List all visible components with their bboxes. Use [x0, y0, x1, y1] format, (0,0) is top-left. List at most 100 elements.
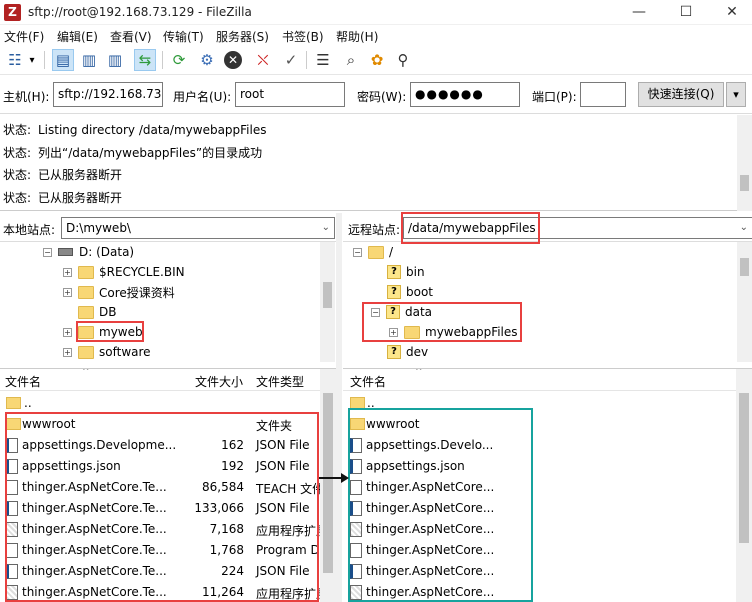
remote-list-scrollbar[interactable]: [736, 369, 752, 602]
menu-file[interactable]: 文件(F): [4, 28, 44, 45]
local-list-scrollbar[interactable]: [320, 369, 336, 602]
table-row[interactable]: thinger.AspNetCore...: [343, 540, 752, 561]
port-input[interactable]: [580, 82, 626, 107]
menu-bookmarks[interactable]: 书签(B): [282, 28, 324, 45]
reconnect-icon[interactable]: ✓: [280, 49, 302, 71]
column-filetype[interactable]: 文件类型: [256, 373, 304, 390]
site-manager-icon[interactable]: ☷: [4, 49, 26, 71]
table-row[interactable]: thinger.AspNetCore...: [343, 519, 752, 540]
menu-edit[interactable]: 编辑(E): [57, 28, 98, 45]
remote-tree-scroll-thumb[interactable]: [740, 258, 749, 276]
toggle-log-icon[interactable]: ▤: [52, 49, 74, 71]
tree-item-software[interactable]: + software: [63, 342, 151, 362]
username-input[interactable]: root: [235, 82, 345, 107]
log-scrollbar[interactable]: [737, 115, 752, 211]
tree-item-bin[interactable]: ? bin: [387, 262, 425, 282]
toggle-remote-tree-icon[interactable]: ▥: [104, 49, 126, 71]
json-file-icon: [350, 438, 362, 453]
local-tree-scrollbar[interactable]: [320, 242, 335, 362]
collapse-icon[interactable]: −: [43, 247, 52, 257]
tree-item-recycle-bin[interactable]: + $RECYCLE.BIN: [63, 262, 185, 282]
tree-item-dev[interactable]: ? dev: [387, 342, 428, 362]
local-tree-scroll-thumb[interactable]: [323, 282, 332, 308]
site-manager-dropdown-icon[interactable]: ▾: [26, 49, 38, 71]
expand-icon[interactable]: +: [389, 327, 398, 337]
table-row[interactable]: ..: [0, 393, 336, 414]
search-files-icon[interactable]: ⚲: [392, 49, 414, 71]
collapse-icon[interactable]: −: [353, 247, 362, 257]
menu-server[interactable]: 服务器(S): [216, 28, 269, 45]
table-row[interactable]: thinger.AspNetCore...: [343, 561, 752, 582]
table-row[interactable]: appsettings.json 192 JSON File: [0, 456, 336, 477]
table-row[interactable]: wwwroot 文件夹: [0, 414, 336, 435]
port-label: 端口(P):: [532, 90, 577, 104]
log-scroll-thumb[interactable]: [740, 175, 749, 191]
chevron-down-icon[interactable]: ⌄: [322, 218, 330, 238]
directory-listing-filters-icon[interactable]: ☰: [312, 49, 334, 71]
quickconnect-button[interactable]: 快速连接(Q): [638, 82, 724, 107]
table-row[interactable]: appsettings.json: [343, 456, 752, 477]
table-row[interactable]: wwwroot: [343, 414, 752, 435]
toggle-queue-icon[interactable]: ⇆: [134, 49, 156, 71]
menu-help[interactable]: 帮助(H): [336, 28, 378, 45]
process-queue-icon[interactable]: ⚙: [196, 49, 218, 71]
expand-icon[interactable]: +: [63, 287, 72, 297]
local-list-scroll-thumb[interactable]: [323, 393, 333, 573]
close-button[interactable]: ✕: [717, 2, 747, 22]
tree-item-drive-d[interactable]: − D: (Data): [43, 242, 134, 262]
table-row[interactable]: thinger.AspNetCore.Te... 224 JSON File: [0, 561, 336, 582]
table-row[interactable]: thinger.AspNetCore.Te... 11,264 应用程序扩展: [0, 582, 336, 602]
cancel-icon[interactable]: ✕: [222, 49, 244, 71]
table-row[interactable]: thinger.AspNetCore...: [343, 477, 752, 498]
table-row[interactable]: thinger.AspNetCore.Te... 7,168 应用程序扩展: [0, 519, 336, 540]
tree-item-myweb[interactable]: + myweb: [63, 322, 143, 342]
tree-item-mywebappfiles[interactable]: + mywebappFiles: [389, 322, 518, 342]
disconnect-icon[interactable]: ⛌: [252, 49, 274, 71]
remote-tree-scrollbar[interactable]: [737, 242, 752, 362]
toolbar-separator: [306, 51, 307, 69]
table-row[interactable]: thinger.AspNetCore.Te... 133,066 JSON File: [0, 498, 336, 519]
tree-item-data[interactable]: −? data: [371, 302, 432, 322]
expand-icon[interactable]: +: [63, 267, 72, 277]
message-log: 状态: Listing directory /data/mywebappFiles…: [0, 115, 752, 211]
maximize-button[interactable]: ☐: [671, 2, 701, 22]
compare-directories-icon[interactable]: ⌕: [340, 49, 362, 71]
local-path-combo[interactable]: D:\myweb\ ⌄: [61, 217, 335, 239]
dll-file-icon: [6, 522, 18, 537]
table-row[interactable]: appsettings.Developme... 162 JSON File: [0, 435, 336, 456]
password-label: 密码(W):: [357, 90, 407, 104]
folder-icon: [404, 325, 420, 339]
expand-icon[interactable]: +: [63, 327, 72, 337]
column-filename[interactable]: 文件名: [5, 373, 41, 390]
refresh-icon[interactable]: ⟳: [168, 49, 190, 71]
folder-icon: [78, 325, 94, 339]
chevron-down-icon[interactable]: ⌄: [740, 218, 748, 238]
remote-path-combo[interactable]: /data/mywebappFiles ⌄: [403, 217, 752, 239]
table-row[interactable]: thinger.AspNetCore...: [343, 582, 752, 602]
tree-item-root[interactable]: − /: [353, 242, 393, 262]
tree-item-boot[interactable]: ? boot: [387, 282, 433, 302]
expand-icon[interactable]: +: [63, 347, 72, 357]
local-file-list-header: 文件名 ^ 文件大小 文件类型: [0, 369, 336, 391]
menu-view[interactable]: 查看(V): [110, 28, 152, 45]
menu-transfer[interactable]: 传输(T): [163, 28, 204, 45]
toggle-local-tree-icon[interactable]: ▥: [78, 49, 100, 71]
host-input[interactable]: sftp://192.168.73.: [53, 82, 163, 107]
remote-list-scroll-thumb[interactable]: [739, 393, 749, 543]
pane-splitter[interactable]: [336, 213, 342, 602]
password-input[interactable]: ●●●●●●: [410, 82, 520, 107]
tree-item-db[interactable]: DB: [78, 302, 116, 322]
collapse-icon[interactable]: −: [371, 307, 380, 317]
column-filesize[interactable]: 文件大小: [195, 373, 243, 390]
dll-file-icon: [350, 522, 362, 537]
table-row[interactable]: thinger.AspNetCore.Te... 1,768 Program D: [0, 540, 336, 561]
table-row[interactable]: thinger.AspNetCore.Te... 86,584 TEACH 文件: [0, 477, 336, 498]
tree-item-core-materials[interactable]: + Core授课资料: [63, 282, 175, 302]
quickconnect-dropdown-icon[interactable]: ▾: [726, 82, 746, 107]
table-row[interactable]: ..: [343, 393, 752, 414]
column-filename[interactable]: 文件名: [350, 373, 386, 390]
table-row[interactable]: thinger.AspNetCore...: [343, 498, 752, 519]
sync-browsing-icon[interactable]: ✿: [366, 49, 388, 71]
table-row[interactable]: appsettings.Develo...: [343, 435, 752, 456]
minimize-button[interactable]: —: [624, 2, 654, 22]
